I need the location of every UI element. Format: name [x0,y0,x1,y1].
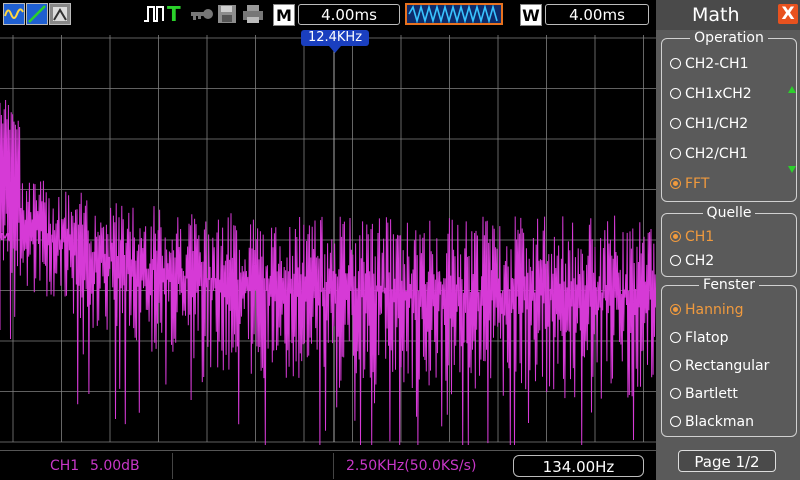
bottom-status-bar: CH1 5.00dB 2.50KHz(50.0KS/s) 134.00Hz [0,450,656,480]
menu-m-label[interactable]: M [273,4,295,26]
radio-selected-icon [670,178,681,189]
operation-option[interactable]: CH1xCH2 [670,85,752,103]
operation-group: Operation CH2-CH1 CH1xCH2 CH1/CH2 CH2/CH… [661,30,797,202]
window-waveform-icon[interactable] [405,3,503,25]
frequency-marker-pointer [329,46,341,53]
fft-span-rate: 2.50KHz(50.0KS/s) [346,458,477,474]
source-option-selected[interactable]: CH1 [670,228,714,246]
frequency-readout: 134.00Hz [513,455,644,477]
radio-icon [670,360,681,371]
operation-title: Operation [690,30,768,46]
radio-icon [670,332,681,343]
ramp-icon[interactable] [26,3,48,25]
page-button[interactable]: Page 1/2 [678,450,776,472]
math-menu-panel: Math X Operation CH2-CH1 CH1xCH2 CH1/CH2… [656,0,800,480]
window-option-selected[interactable]: Hanning [670,301,744,319]
separator [172,453,173,479]
radio-icon [670,88,681,99]
persistence-icon[interactable] [49,3,71,25]
operation-option-selected[interactable]: FFT [670,175,709,193]
separator [333,453,334,479]
radio-icon [670,416,681,427]
channel-label: CH1 [50,458,80,474]
key-icon[interactable] [189,3,215,25]
radio-icon [670,58,681,69]
window-timebase-value[interactable]: 4.00ms [545,4,649,25]
window-option[interactable]: Bartlett [670,385,738,403]
operation-option[interactable]: CH2/CH1 [670,145,748,163]
pulse-edge-icon[interactable] [143,3,165,25]
radio-icon [670,388,681,399]
oscilloscope-screen: T M 4.00ms W 4.00ms 12.4KHz M CH1 5.00dB… [0,0,800,480]
window-w-label[interactable]: W [520,4,542,26]
radio-icon [670,148,681,159]
radio-icon [670,118,681,129]
source-group: Quelle CH1 CH2 [661,205,797,277]
close-button[interactable]: X [778,4,798,24]
window-option[interactable]: Flatop [670,329,728,347]
fft-trace [0,99,656,446]
fft-display [0,30,656,450]
frequency-marker-label[interactable]: 12.4KHz [301,30,369,46]
radio-selected-icon [670,304,681,315]
trigger-t-icon[interactable]: T [167,3,185,25]
channel-scale: 5.00dB [90,458,140,474]
fft-plot-svg [0,35,656,446]
printer-icon[interactable] [241,3,265,25]
scroll-up-icon[interactable] [788,86,796,93]
source-title: Quelle [702,205,756,221]
radio-selected-icon [670,231,681,242]
math-level-marker[interactable]: M [0,231,14,245]
top-toolbar: T M 4.00ms W 4.00ms [0,0,656,30]
main-timebase-value[interactable]: 4.00ms [298,4,400,25]
window-option[interactable]: Blackman [670,413,754,431]
scroll-down-icon[interactable] [788,166,796,173]
window-title: Fenster [699,277,759,293]
source-option[interactable]: CH2 [670,252,714,270]
operation-option[interactable]: CH2-CH1 [670,55,748,73]
operation-option[interactable]: CH1/CH2 [670,115,748,133]
window-group: Fenster Hanning Flatop Rectangular Bartl… [661,277,797,437]
window-option[interactable]: Rectangular [670,357,769,375]
save-disk-icon[interactable] [216,3,238,25]
sine-wave-icon[interactable] [3,3,25,25]
radio-icon [670,255,681,266]
